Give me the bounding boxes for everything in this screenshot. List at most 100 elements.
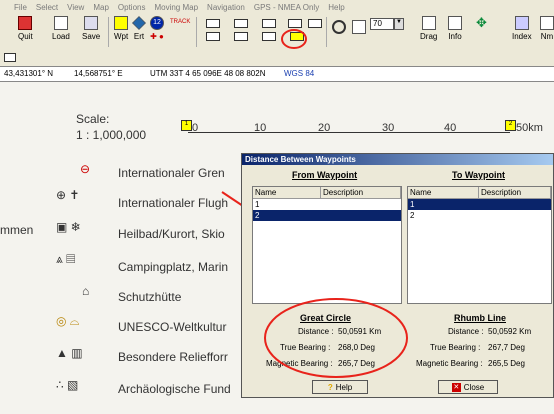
route-button[interactable]: Ert — [132, 16, 146, 41]
ruler-tick-20: 20 — [318, 122, 331, 134]
quit-label: Quit — [18, 32, 33, 41]
rhumb-line-heading: Rhumb Line — [454, 313, 506, 323]
ruler-tick-0: 0 — [192, 122, 199, 134]
chevron-down-icon[interactable]: ▼ — [394, 18, 404, 30]
rl-true-bearing-label: True Bearing : — [430, 343, 481, 352]
menu-map[interactable]: Map — [93, 3, 109, 12]
drag-button[interactable]: Drag — [420, 16, 437, 41]
menu-options[interactable]: Options — [118, 3, 146, 12]
route-edit-icon[interactable] — [262, 32, 276, 41]
menu-navigation[interactable]: Navigation — [207, 3, 245, 12]
nm-label: Nm — [540, 32, 554, 41]
pan-button[interactable]: ✥ — [476, 16, 487, 30]
index-button[interactable]: Index — [512, 16, 532, 41]
help-label: Help — [335, 382, 353, 392]
tool-icon[interactable] — [308, 19, 322, 28]
rl-magnetic-bearing-label: Magnetic Bearing : — [416, 359, 483, 368]
load-icon — [53, 16, 68, 30]
show-names-icon[interactable] — [234, 32, 248, 41]
highlight-ellipse — [264, 298, 408, 378]
question-icon: ? — [327, 382, 333, 392]
waypoint-1-marker[interactable]: 1 — [181, 120, 192, 131]
list-header: Name Description — [408, 187, 551, 199]
save-label: Save — [82, 32, 101, 41]
toolbar-separator — [196, 17, 197, 47]
legend-item: Archäologische Fund — [118, 382, 231, 396]
drag-icon — [421, 16, 436, 30]
zoom-select[interactable]: 70 — [370, 18, 394, 30]
to-waypoint-list[interactable]: Name Description 1 2 — [407, 186, 552, 304]
toolbar: Quit Load Save Wpt Ert 12 ✚ ● TRACK 70 ▼ — [0, 14, 554, 51]
from-waypoint-list[interactable]: Name Description 1 2 — [252, 186, 402, 304]
info-label: Info — [448, 32, 462, 41]
map-text-cut: mmen — [0, 223, 34, 237]
waypoint-name: 1 — [410, 200, 415, 209]
menu-select[interactable]: Select — [36, 3, 58, 12]
distance-dialog: Distance Between Waypoints From Waypoint… — [241, 153, 554, 398]
load-button[interactable]: Load — [52, 16, 70, 41]
column-description[interactable]: Description — [479, 187, 551, 198]
dialog-title[interactable]: Distance Between Waypoints — [242, 154, 553, 165]
relief-icon: ▲ ▥ — [56, 346, 83, 360]
track-button[interactable]: TRACK — [170, 16, 190, 25]
show-routes-icon[interactable] — [206, 32, 220, 41]
track-label: TRACK — [170, 19, 191, 25]
legend-item: Schutzhütte — [118, 290, 182, 304]
measure-icon[interactable] — [288, 19, 302, 28]
nm-icon — [540, 16, 554, 30]
close-button[interactable]: ✕ Close — [438, 380, 498, 394]
legend-item: Besondere Reliefforr — [118, 350, 228, 364]
route-tool-icon[interactable] — [262, 19, 276, 28]
search-button[interactable] — [332, 20, 346, 34]
ruler-tick-30: 30 — [382, 122, 395, 134]
list-header: Name Description — [253, 187, 401, 199]
show-waypoints-icon[interactable] — [206, 19, 220, 28]
info-icon — [448, 16, 462, 30]
from-waypoint-heading: From Waypoint — [292, 170, 358, 180]
route-label: Ert — [133, 32, 145, 41]
show-tracks-icon[interactable] — [234, 19, 248, 28]
pan-arrows-icon: ✥ — [476, 15, 487, 30]
column-description[interactable]: Description — [321, 187, 401, 198]
border-crossing-icon: ⊖ — [80, 162, 91, 176]
utm-readout: UTM 33T 4 65 096E 48 08 802N — [150, 69, 266, 78]
find-icon — [352, 20, 366, 34]
column-name[interactable]: Name — [408, 187, 479, 198]
rl-distance-label: Distance : — [448, 327, 484, 336]
ruler-tick-40: 40 — [444, 122, 457, 134]
menu-view[interactable]: View — [67, 3, 84, 12]
legend-item: Internationaler Flugh — [118, 196, 229, 210]
highlight-circle — [281, 29, 307, 49]
route-number-button[interactable]: 12 ✚ ● — [150, 16, 164, 41]
rl-distance-value: 50,0592 Km — [488, 327, 532, 336]
toolbar-separator — [108, 17, 109, 47]
route-number-icon: 12 — [150, 16, 164, 30]
find-button[interactable] — [352, 20, 366, 34]
list-item[interactable]: 1 — [253, 199, 401, 210]
waypoint-button[interactable]: Wpt — [114, 16, 128, 41]
quit-button[interactable]: Quit — [18, 16, 33, 41]
nm-button[interactable]: Nm — [540, 16, 554, 41]
menu-file[interactable]: File — [14, 3, 27, 12]
scale-value: 1 : 1,000,000 — [76, 128, 147, 142]
waypoint-icon — [114, 16, 129, 30]
index-icon — [514, 16, 529, 30]
menu-gps[interactable]: GPS - NMEA Only — [254, 3, 319, 12]
load-label: Load — [52, 32, 70, 41]
waypoint-2-marker[interactable]: 2 — [505, 120, 516, 131]
info-button[interactable]: Info — [448, 16, 462, 41]
save-button[interactable]: Save — [82, 16, 100, 41]
menu-moving-map[interactable]: Moving Map — [154, 3, 198, 12]
list-item[interactable]: 2 — [408, 210, 551, 221]
help-button[interactable]: ? Help — [312, 380, 368, 394]
list-item-selected[interactable]: 2 — [253, 210, 401, 221]
camping-icon: ⩓ ▤ — [56, 252, 76, 266]
save-icon — [84, 16, 99, 30]
scale-label: Scale: — [76, 112, 110, 126]
column-name[interactable]: Name — [253, 187, 321, 198]
hut-icon: ⌂ — [82, 284, 90, 298]
legend-item: Heilbad/Kurort, Skio — [118, 227, 225, 241]
list-item-selected[interactable]: 1 — [408, 199, 551, 210]
print-icon[interactable] — [4, 53, 16, 62]
menu-help[interactable]: Help — [328, 3, 344, 12]
